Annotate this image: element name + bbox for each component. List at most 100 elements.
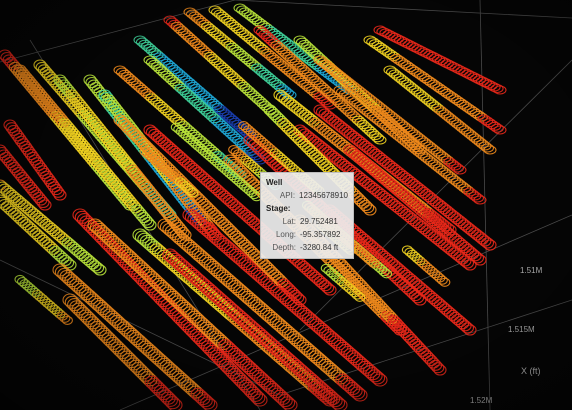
stage-point xyxy=(326,150,340,162)
chart-viewport[interactable]: 1.51M 1.515M 1.52M X (ft) Well API: 1234… xyxy=(0,0,572,410)
stage-point xyxy=(306,115,320,127)
stage-point xyxy=(20,202,34,214)
stage-point xyxy=(160,139,174,151)
stage-point xyxy=(441,305,455,317)
stage-point xyxy=(153,132,167,145)
stage-point xyxy=(470,229,484,241)
stage-point xyxy=(306,269,320,281)
stage-point xyxy=(331,154,345,166)
stage-point xyxy=(308,117,323,129)
stage-point xyxy=(314,121,328,133)
stage-point xyxy=(389,201,403,213)
tooltip-lat-label: Lat: xyxy=(282,217,296,226)
stage-point xyxy=(458,320,472,332)
stage-point xyxy=(66,241,80,253)
stage-point xyxy=(210,184,224,196)
stage-point xyxy=(61,237,75,249)
stage-point xyxy=(461,244,475,256)
stage-point xyxy=(394,205,409,217)
stage-point xyxy=(217,190,231,202)
stage-point xyxy=(468,250,482,262)
stage-point xyxy=(334,156,348,168)
stage-point xyxy=(25,206,39,218)
stage-point xyxy=(37,216,51,228)
stage-point xyxy=(463,223,477,235)
stage-point xyxy=(318,108,332,120)
stage-point xyxy=(338,124,352,136)
stage-point xyxy=(381,158,396,170)
stage-point xyxy=(191,167,205,179)
stage-point xyxy=(323,112,337,124)
stage-point xyxy=(148,128,162,140)
stage-point xyxy=(331,118,345,130)
stage-point xyxy=(475,233,489,245)
stage-point xyxy=(384,160,398,172)
stage-point xyxy=(12,196,27,208)
stage-point xyxy=(392,203,406,215)
stage-point xyxy=(17,200,31,212)
stage-point xyxy=(455,217,469,229)
stage-point xyxy=(369,184,383,196)
stage-point xyxy=(420,225,434,237)
stage-point xyxy=(412,219,426,231)
stage-point xyxy=(394,168,408,181)
stage-point xyxy=(359,140,373,152)
stage-point xyxy=(399,172,413,185)
stage-point xyxy=(414,282,428,294)
stage-point xyxy=(311,138,325,150)
stage-point xyxy=(451,313,465,326)
stage-point xyxy=(443,307,457,319)
stage-point xyxy=(162,141,176,153)
stage-point xyxy=(468,227,482,239)
stage-point xyxy=(341,126,355,138)
stage-point xyxy=(286,99,300,111)
stage-point xyxy=(379,156,393,168)
stage-point xyxy=(241,211,255,224)
well-stage-series xyxy=(0,3,507,410)
stage-point xyxy=(177,154,191,166)
stage-point xyxy=(5,189,19,201)
stage-point xyxy=(321,127,335,139)
stage-point xyxy=(143,124,157,136)
stage-point xyxy=(411,280,425,292)
stage-point xyxy=(432,199,446,211)
stage-point xyxy=(343,128,357,140)
stage-point xyxy=(167,145,181,157)
stage-point xyxy=(78,252,92,264)
stage-point xyxy=(165,143,179,155)
stage-point xyxy=(318,280,332,292)
stage-point xyxy=(174,152,188,164)
stage-point xyxy=(437,203,451,215)
stage-point xyxy=(473,254,487,266)
stage-point xyxy=(299,263,313,275)
stage-point xyxy=(145,126,159,138)
stage-point xyxy=(458,219,472,231)
stage-point xyxy=(283,97,297,109)
stage-point xyxy=(220,192,234,204)
stage-point xyxy=(460,221,474,233)
point-tooltip: Well API: 12345678910 Stage: Lat: 29.752… xyxy=(260,172,354,259)
stage-point xyxy=(225,196,239,209)
stage-point xyxy=(172,150,186,162)
stage-point xyxy=(448,233,463,245)
stage-point xyxy=(203,177,217,189)
stage-point xyxy=(361,178,376,190)
stage-point xyxy=(193,169,207,181)
stage-point xyxy=(324,129,338,141)
grid-line xyxy=(234,0,572,19)
tooltip-depth-value: -3280.84 ft xyxy=(300,243,339,252)
stage-point xyxy=(56,233,70,245)
stage-point xyxy=(246,216,260,228)
stage-point xyxy=(426,292,440,304)
stage-point xyxy=(456,239,470,252)
stage-point xyxy=(315,106,330,118)
stage-point xyxy=(460,322,475,334)
stage-point xyxy=(311,273,325,285)
tooltip-long-label: Long: xyxy=(275,230,296,239)
stage-point xyxy=(456,318,470,330)
stage-point xyxy=(366,146,380,158)
stage-point xyxy=(384,196,398,209)
stage-point xyxy=(425,193,439,205)
stage-point xyxy=(436,301,450,313)
stage-point xyxy=(208,182,222,194)
